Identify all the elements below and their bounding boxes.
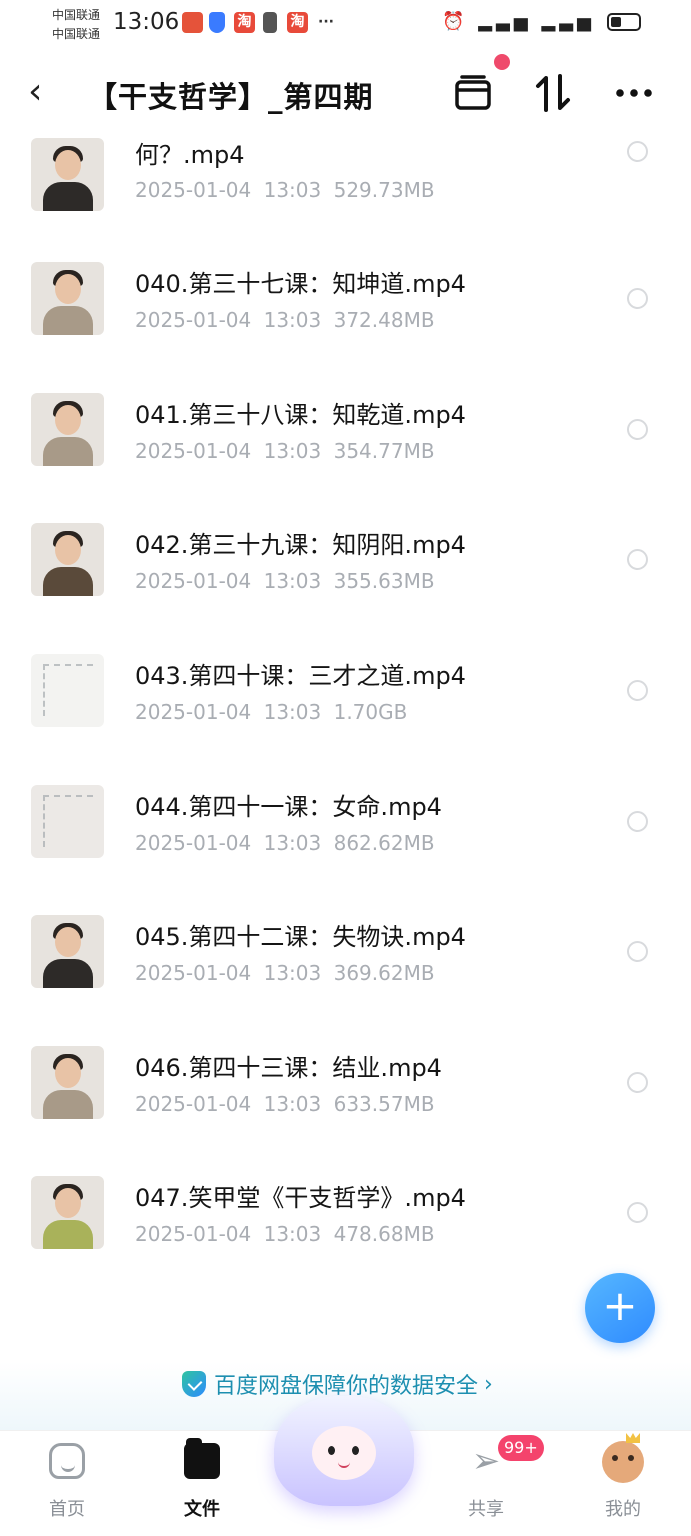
back-icon[interactable]: ‹ bbox=[28, 72, 64, 114]
file-name: 040.第三十七课：知坤道.mp4 bbox=[135, 270, 466, 298]
video-thumbnail bbox=[31, 262, 104, 335]
file-name: 043.第四十课：三才之道.mp4 bbox=[135, 662, 466, 690]
home-icon bbox=[49, 1443, 85, 1479]
file-row[interactable]: 045.第四十二课：失物诀.mp4 2025-01-04 13:03 369.6… bbox=[0, 915, 691, 1045]
nav-label-home: 首页 bbox=[49, 1499, 85, 1520]
file-meta: 2025-01-04 13:03 529.73MB bbox=[135, 178, 435, 202]
nav-item-files[interactable]: 文件 bbox=[152, 1431, 252, 1536]
video-thumbnail bbox=[31, 523, 104, 596]
nav-label-mine: 我的 bbox=[605, 1499, 641, 1520]
file-name: 041.第三十八课：知乾道.mp4 bbox=[135, 401, 466, 429]
file-meta: 2025-01-04 13:03 478.68MB bbox=[135, 1222, 435, 1246]
more-icon[interactable] bbox=[612, 70, 658, 116]
file-meta: 2025-01-04 13:03 862.62MB bbox=[135, 831, 435, 855]
shield-status-icon bbox=[209, 12, 225, 33]
file-name: 044.第四十一课：女命.mp4 bbox=[135, 793, 442, 821]
video-thumbnail bbox=[31, 138, 104, 211]
nav-label-share: 共享 bbox=[468, 1499, 504, 1520]
title-bar: ‹ 【干支哲学】_第四期 bbox=[0, 54, 691, 130]
page-title: 【干支哲学】_第四期 bbox=[88, 80, 374, 114]
profile-avatar-icon bbox=[602, 1441, 644, 1483]
video-thumbnail bbox=[31, 915, 104, 988]
file-row[interactable]: 040.第三十七课：知坤道.mp4 2025-01-04 13:03 372.4… bbox=[0, 262, 691, 392]
select-radio[interactable] bbox=[627, 941, 648, 962]
file-meta: 2025-01-04 13:03 1.70GB bbox=[135, 700, 408, 724]
file-row[interactable]: 042.第三十九课：知阴阳.mp4 2025-01-04 13:03 355.6… bbox=[0, 523, 691, 653]
clock: 13:06 bbox=[113, 9, 180, 35]
file-name: 何？.mp4 bbox=[135, 141, 245, 169]
shield-icon bbox=[182, 1371, 206, 1397]
file-meta: 2025-01-04 13:03 355.63MB bbox=[135, 569, 435, 593]
file-meta: 2025-01-04 13:03 372.48MB bbox=[135, 308, 435, 332]
huawei-app-icon bbox=[182, 12, 203, 33]
file-row[interactable]: 041.第三十八课：知乾道.mp4 2025-01-04 13:03 354.7… bbox=[0, 393, 691, 523]
status-bar: 中国联通 中国联通 13:06 淘 淘 ··· ⏰ ▂▃▅ ▂▃▅ bbox=[0, 0, 691, 48]
select-radio[interactable] bbox=[627, 680, 648, 701]
video-thumbnail bbox=[31, 1046, 104, 1119]
nav-item-mine[interactable]: 我的 bbox=[573, 1431, 673, 1536]
taobao-icon: 淘 bbox=[287, 12, 308, 33]
video-thumbnail bbox=[31, 785, 104, 858]
file-meta: 2025-01-04 13:03 369.62MB bbox=[135, 961, 435, 985]
file-row[interactable]: 何？.mp4 2025-01-04 13:03 529.73MB bbox=[0, 130, 691, 251]
select-radio[interactable] bbox=[627, 419, 648, 440]
files-icon bbox=[184, 1438, 220, 1479]
taobao-icon: 淘 bbox=[234, 12, 255, 33]
file-list[interactable]: 何？.mp4 2025-01-04 13:03 529.73MB 040.第三十… bbox=[0, 130, 691, 1280]
file-meta: 2025-01-04 13:03 354.77MB bbox=[135, 439, 435, 463]
file-row[interactable]: 047.笑甲堂《干支哲学》.mp4 2025-01-04 13:03 478.6… bbox=[0, 1176, 691, 1280]
file-name: 047.笑甲堂《干支哲学》.mp4 bbox=[135, 1184, 466, 1212]
ai-mascot-icon[interactable] bbox=[274, 1396, 414, 1506]
select-radio[interactable] bbox=[627, 549, 648, 570]
sim-icon bbox=[263, 12, 277, 33]
share-badge: 99+ bbox=[498, 1435, 544, 1461]
video-thumbnail bbox=[31, 1176, 104, 1249]
file-name: 046.第四十三课：结业.mp4 bbox=[135, 1054, 442, 1082]
select-radio[interactable] bbox=[627, 1072, 648, 1093]
carrier-2: 中国联通 bbox=[52, 27, 101, 41]
sort-icon[interactable] bbox=[530, 70, 576, 116]
file-name: 045.第四十二课：失物诀.mp4 bbox=[135, 923, 466, 951]
video-thumbnail bbox=[31, 393, 104, 466]
select-radio[interactable] bbox=[627, 1202, 648, 1223]
file-row[interactable]: 044.第四十一课：女命.mp4 2025-01-04 13:03 862.62… bbox=[0, 785, 691, 915]
notification-dot bbox=[494, 54, 510, 70]
select-radio[interactable] bbox=[627, 811, 648, 832]
battery-icon bbox=[607, 13, 641, 31]
carrier-label: 中国联通 中国联通 bbox=[52, 6, 100, 44]
file-name: 042.第三十九课：知阴阳.mp4 bbox=[135, 531, 466, 559]
video-thumbnail bbox=[31, 654, 104, 727]
nav-item-share[interactable]: ➢ 99+ 共享 bbox=[436, 1431, 544, 1536]
add-button[interactable]: + bbox=[585, 1273, 655, 1343]
carrier-1: 中国联通 bbox=[52, 8, 101, 22]
more-status-icon: ··· bbox=[318, 14, 334, 30]
file-meta: 2025-01-04 13:03 633.57MB bbox=[135, 1092, 435, 1116]
file-row[interactable]: 043.第四十课：三才之道.mp4 2025-01-04 13:03 1.70G… bbox=[0, 654, 691, 784]
chevron-right-icon: › bbox=[484, 1371, 493, 1397]
signal-icons: ⏰ ▂▃▅ ▂▃▅ bbox=[442, 11, 595, 32]
transfer-list-icon[interactable] bbox=[450, 70, 496, 116]
nav-label-files: 文件 bbox=[184, 1499, 220, 1520]
file-row[interactable]: 046.第四十三课：结业.mp4 2025-01-04 13:03 633.57… bbox=[0, 1046, 691, 1176]
select-radio[interactable] bbox=[627, 141, 648, 162]
nav-item-home[interactable]: 首页 bbox=[17, 1431, 117, 1536]
select-radio[interactable] bbox=[627, 288, 648, 309]
mascot-face bbox=[312, 1426, 376, 1480]
